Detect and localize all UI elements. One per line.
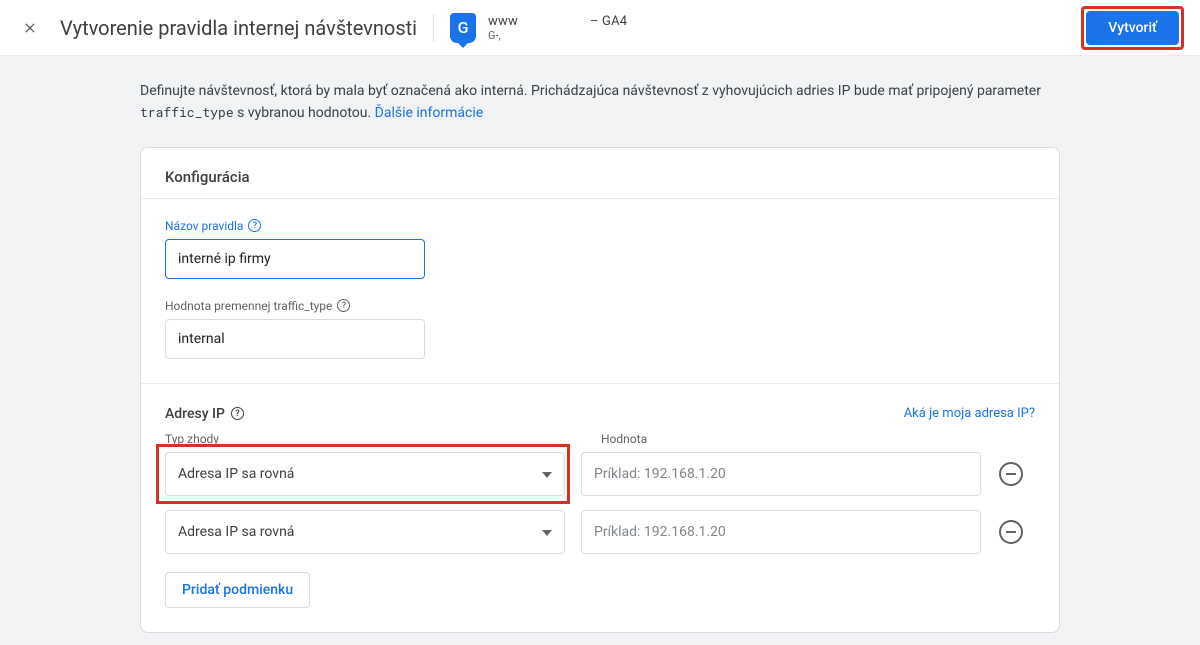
page-title: Vytvorenie pravidla internej návštevnost…: [60, 16, 417, 40]
create-button[interactable]: Vytvoriť: [1086, 11, 1179, 45]
value-column-label: Hodnota: [601, 432, 1021, 446]
ip-value-input[interactable]: [581, 452, 981, 496]
vertical-divider: [433, 14, 434, 42]
divider: [141, 198, 1059, 199]
help-icon[interactable]: ?: [337, 299, 350, 312]
help-icon[interactable]: ?: [231, 407, 244, 420]
configuration-card: Konfigurácia Názov pravidla ? Hodnota pr…: [140, 147, 1060, 633]
analytics-tag-icon: G: [450, 13, 476, 43]
property-name: www – GA4: [488, 14, 627, 29]
match-type-column-label: Typ zhody: [165, 432, 585, 446]
create-button-highlight: Vytvoriť: [1081, 6, 1184, 50]
what-is-my-ip-link[interactable]: Aká je moja adresa IP?: [904, 406, 1035, 421]
condition-row: Adresa IP sa rovná: [165, 452, 1035, 496]
ip-section-title: Adresy IP ?: [165, 406, 244, 422]
rule-name-label: Názov pravidla ?: [165, 219, 1035, 233]
intro-text: Definujte návštevnosť, ktorá by mala byť…: [140, 80, 1060, 125]
learn-more-link[interactable]: Ďalšie informácie: [375, 105, 484, 121]
traffic-type-label: Hodnota premennej traffic_type ?: [165, 299, 1035, 313]
card-title: Konfigurácia: [165, 168, 1035, 186]
rule-name-input[interactable]: [165, 239, 425, 279]
remove-condition-icon[interactable]: [999, 520, 1023, 544]
header: Vytvorenie pravidla internej návštevnost…: [0, 0, 1200, 56]
help-icon[interactable]: ?: [248, 219, 261, 232]
match-type-select[interactable]: Adresa IP sa rovná: [165, 510, 565, 554]
property-id: G-,: [488, 29, 627, 42]
close-icon[interactable]: [16, 14, 44, 42]
code-traffic-type: traffic_type: [140, 103, 234, 121]
property-info: www – GA4 G-,: [488, 14, 627, 42]
ip-value-input[interactable]: [581, 510, 981, 554]
traffic-type-input[interactable]: [165, 319, 425, 359]
divider: [141, 383, 1059, 384]
remove-condition-icon[interactable]: [999, 462, 1023, 486]
chevron-down-icon: [542, 524, 552, 540]
condition-row: Adresa IP sa rovná: [165, 510, 1035, 554]
add-condition-button[interactable]: Pridať podmienku: [165, 572, 310, 608]
chevron-down-icon: [542, 466, 552, 482]
match-type-select[interactable]: Adresa IP sa rovná: [165, 452, 565, 496]
